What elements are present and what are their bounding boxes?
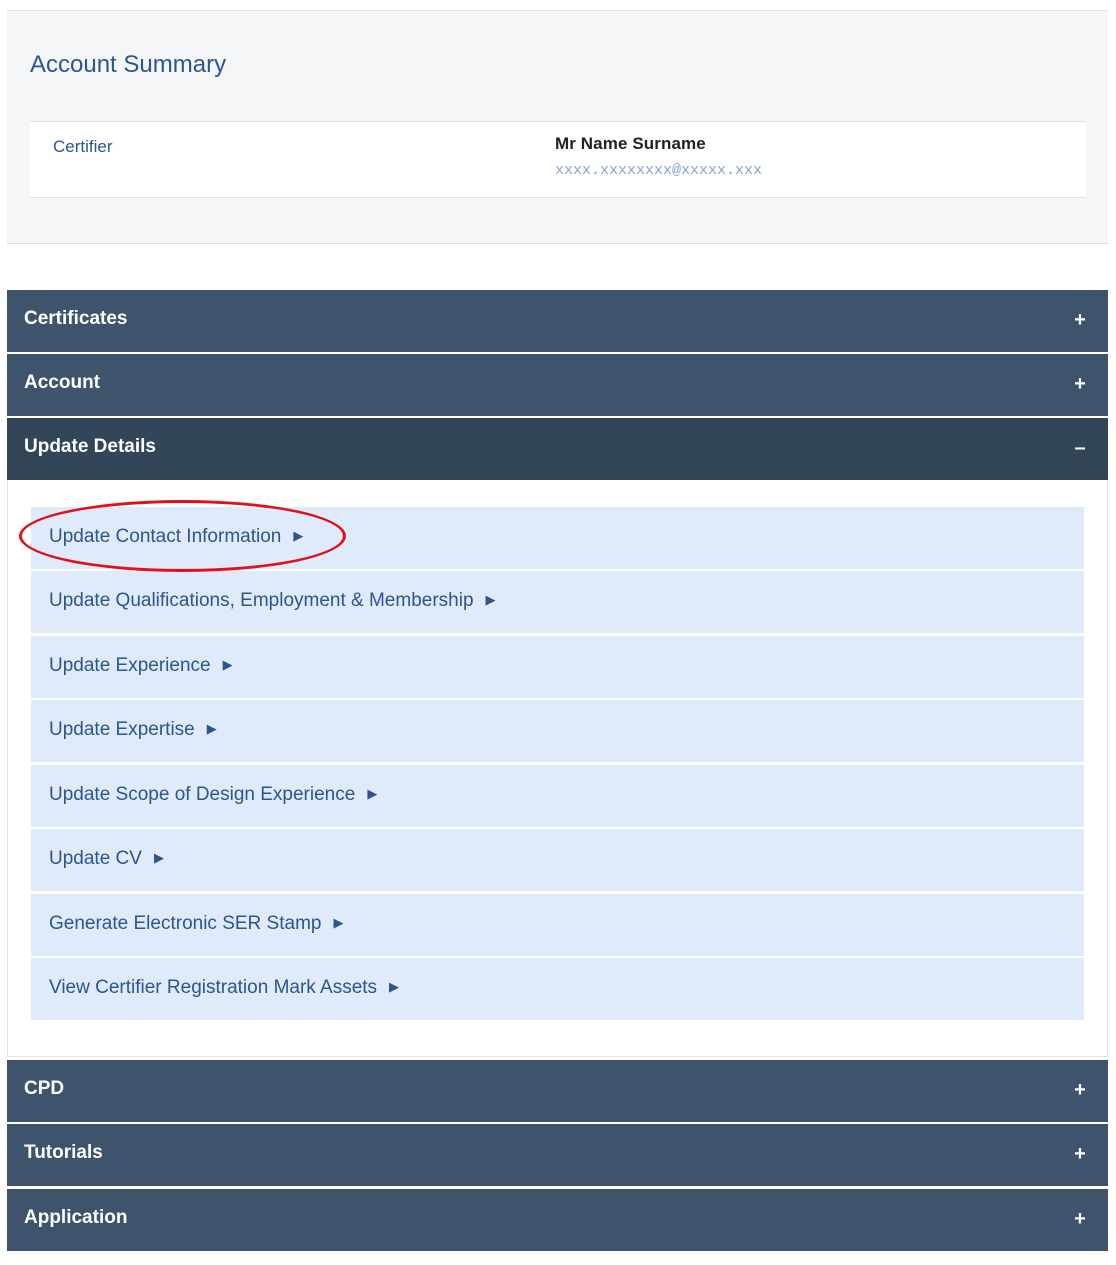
- section-tutorials-label: Tutorials: [24, 1142, 103, 1163]
- section-tutorials[interactable]: Tutorials +: [7, 1124, 1108, 1186]
- section-update-details-label: Update Details: [24, 436, 156, 457]
- view-registration-mark-assets-link[interactable]: View Certifier Registration Mark Assets ▶: [31, 958, 1084, 1020]
- item-label: View Certifier Registration Mark Assets: [49, 977, 378, 998]
- section-cpd-label: CPD: [24, 1078, 65, 1099]
- collapse-minus-icon[interactable]: –: [1072, 437, 1088, 460]
- certifier-label: Certifier: [53, 137, 113, 156]
- expand-plus-icon[interactable]: +: [1072, 1208, 1088, 1231]
- expand-plus-icon[interactable]: +: [1072, 309, 1088, 332]
- item-label: Update Expertise: [49, 719, 195, 740]
- section-cpd[interactable]: CPD +: [7, 1060, 1108, 1122]
- arrow-right-icon: ▶: [293, 528, 304, 543]
- section-application[interactable]: Application +: [7, 1189, 1108, 1251]
- section-account-label: Account: [24, 372, 100, 393]
- item-label: Update Contact Information: [49, 526, 282, 547]
- item-label: Update Scope of Design Experience: [49, 784, 356, 805]
- arrow-right-icon: ▶: [367, 786, 378, 801]
- arrow-right-icon: ▶: [153, 850, 164, 865]
- arrow-right-icon: ▶: [222, 657, 233, 672]
- arrow-right-icon: ▶: [389, 979, 400, 994]
- update-details-panel: Update Contact Information ▶ Update Quali…: [7, 480, 1108, 1057]
- update-cv-link[interactable]: Update CV ▶: [31, 829, 1084, 891]
- update-scope-of-design-experience-link[interactable]: Update Scope of Design Experience ▶: [31, 765, 1084, 827]
- certifier-name: Mr Name Surname: [555, 134, 706, 153]
- section-update-details[interactable]: Update Details –: [7, 418, 1108, 480]
- update-expertise-link[interactable]: Update Expertise ▶: [31, 700, 1084, 762]
- expand-plus-icon[interactable]: +: [1072, 1079, 1088, 1102]
- section-certificates-label: Certificates: [24, 308, 128, 329]
- update-experience-link[interactable]: Update Experience ▶: [31, 636, 1084, 698]
- item-label: Update CV: [49, 848, 142, 869]
- expand-plus-icon[interactable]: +: [1072, 1143, 1088, 1166]
- section-certificates[interactable]: Certificates +: [7, 290, 1108, 352]
- account-summary-card: Account Summary Certifier Mr Name Surnam…: [7, 10, 1108, 244]
- arrow-right-icon: ▶: [485, 592, 496, 607]
- account-summary-title: Account Summary: [30, 51, 227, 78]
- certifier-email[interactable]: xxxx.xxxxxxxx@xxxxx.xxx: [555, 162, 762, 179]
- section-application-label: Application: [24, 1207, 128, 1228]
- section-account[interactable]: Account +: [7, 354, 1108, 416]
- item-label: Update Experience: [49, 655, 211, 676]
- update-contact-information-link[interactable]: Update Contact Information ▶: [31, 507, 1084, 569]
- update-qualifications-link[interactable]: Update Qualifications, Employment & Memb…: [31, 571, 1084, 633]
- certifier-row: Certifier Mr Name Surname xxxx.xxxxxxxx@…: [30, 121, 1086, 198]
- generate-ser-stamp-link[interactable]: Generate Electronic SER Stamp ▶: [31, 894, 1084, 956]
- arrow-right-icon: ▶: [206, 721, 217, 736]
- item-label: Generate Electronic SER Stamp: [49, 913, 322, 934]
- arrow-right-icon: ▶: [333, 915, 344, 930]
- expand-plus-icon[interactable]: +: [1072, 373, 1088, 396]
- item-label: Update Qualifications, Employment & Memb…: [49, 590, 474, 611]
